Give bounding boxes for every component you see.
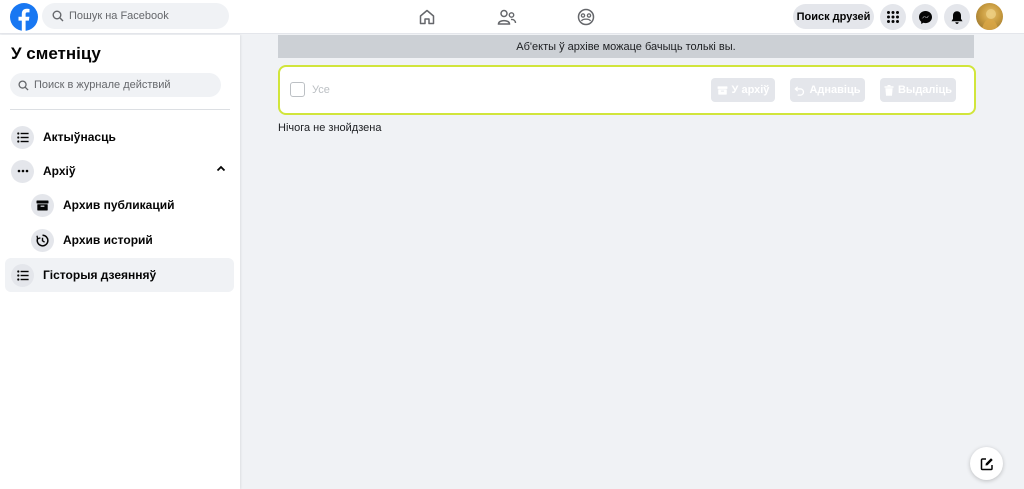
- clock-history-icon: [31, 228, 54, 252]
- sidebar-item-label: Архив публикаций: [63, 198, 175, 212]
- delete-button-label: Выдаліць: [897, 84, 952, 96]
- list-icon: [11, 263, 34, 287]
- sidebar: У сметніцу Актыўнасць Архіў Архив публик…: [0, 35, 240, 489]
- new-message-button[interactable]: [970, 447, 1003, 480]
- sidebar-item-archive[interactable]: Архіў: [5, 154, 234, 188]
- menu-grid-icon[interactable]: [880, 4, 906, 30]
- chevron-up-icon[interactable]: [216, 165, 226, 172]
- friends-icon[interactable]: [496, 6, 518, 28]
- select-all-label: Усе: [312, 84, 330, 96]
- facebook-search-box[interactable]: [42, 3, 229, 29]
- archive-privacy-banner: Аб'екты ў архіве можаце бачыць толькі вы…: [278, 35, 974, 58]
- home-icon[interactable]: [416, 6, 438, 28]
- messenger-icon[interactable]: [912, 4, 938, 30]
- delete-button[interactable]: Выдаліць: [880, 78, 956, 102]
- sidebar-item-label: Гісторыя дзеянняў: [43, 268, 157, 282]
- empty-state-text: Нічога не знойдзена: [278, 122, 382, 134]
- sidebar-item-label: Архив историй: [63, 233, 153, 247]
- archive-button-label: У архіў: [731, 84, 770, 96]
- more-dots-icon: [11, 159, 34, 183]
- search-icon: [52, 10, 64, 22]
- sidebar-title: У сметніцу: [11, 44, 101, 63]
- restore-icon: [794, 85, 805, 96]
- list-icon: [11, 125, 34, 149]
- archive-button[interactable]: У архіў: [711, 78, 775, 102]
- select-all-checkbox[interactable]: [290, 82, 305, 97]
- compose-icon: [980, 457, 993, 470]
- top-navigation-bar: Поиск друзей: [0, 0, 1024, 34]
- restore-button-label: Аднавіць: [809, 84, 861, 96]
- search-icon: [18, 79, 29, 91]
- sidebar-divider: [10, 109, 230, 110]
- notifications-bell-icon[interactable]: [944, 4, 970, 30]
- sidebar-item-activity-history[interactable]: Гісторыя дзеянняў: [5, 258, 234, 292]
- restore-button[interactable]: Аднавіць: [790, 78, 865, 102]
- facebook-search-input[interactable]: [69, 10, 219, 22]
- sidebar-item-label: Архіў: [43, 164, 76, 178]
- facebook-logo-icon[interactable]: [10, 3, 38, 32]
- archive-icon: [717, 85, 727, 95]
- trash-icon: [884, 84, 894, 96]
- activity-log-search-input[interactable]: [34, 79, 214, 91]
- sidebar-item-posts-archive[interactable]: Архив публикаций: [28, 188, 234, 222]
- sidebar-item-label: Актыўнасць: [43, 130, 116, 144]
- bulk-actions-card: Усе У архіў Аднавіць Выдаліць: [278, 65, 976, 115]
- groups-icon[interactable]: [575, 6, 597, 28]
- activity-log-search-box[interactable]: [10, 73, 221, 97]
- profile-avatar[interactable]: [976, 3, 1003, 30]
- sidebar-item-activity[interactable]: Актыўнасць: [5, 120, 234, 154]
- archive-box-icon: [31, 193, 54, 217]
- find-friends-button[interactable]: Поиск друзей: [793, 4, 874, 29]
- sidebar-item-stories-archive[interactable]: Архив историй: [28, 223, 234, 257]
